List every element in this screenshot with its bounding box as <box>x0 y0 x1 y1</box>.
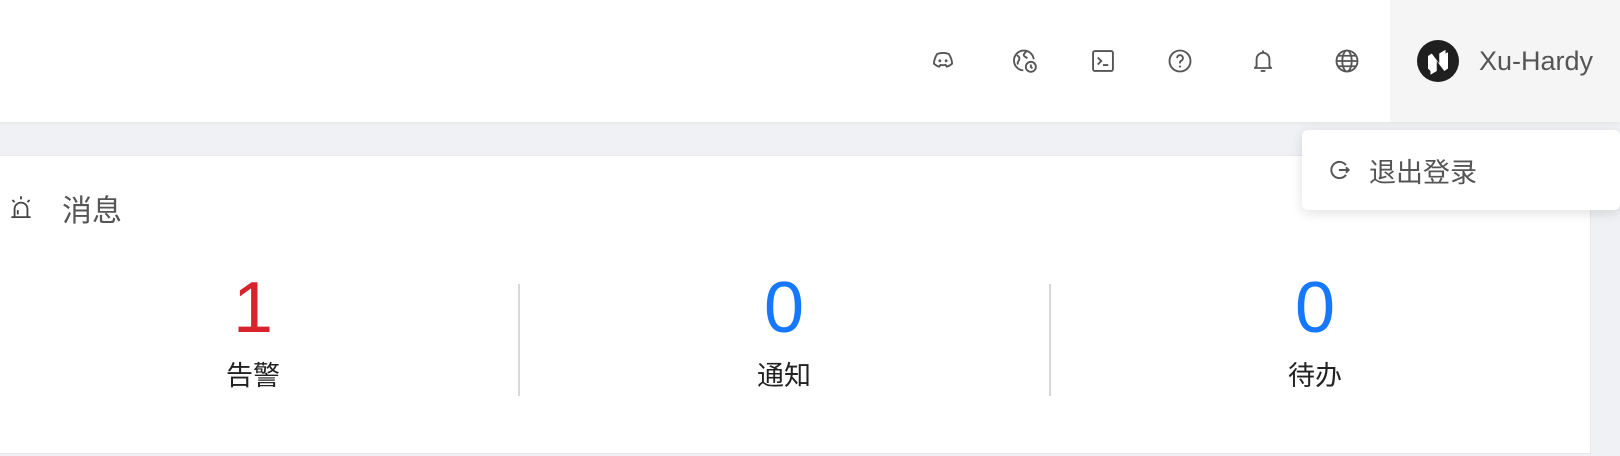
stat-alarm-label: 告警 <box>226 361 280 391</box>
stat-notice-value: 0 <box>763 268 805 348</box>
user-avatar-logo-icon <box>1428 49 1448 75</box>
stat-notice[interactable]: 0 通知 <box>684 268 884 393</box>
discord-icon[interactable] <box>922 40 964 82</box>
bell-icon[interactable] <box>1242 40 1284 82</box>
avatar[interactable] <box>1417 40 1459 82</box>
alarm-icon <box>11 196 31 219</box>
stat-alarm-value: 1 <box>232 268 274 348</box>
card-title-text: 消息 <box>62 195 122 228</box>
stat-notice-label: 通知 <box>757 361 811 391</box>
divider <box>1049 284 1051 396</box>
card-title: 消息 <box>8 186 122 230</box>
globe-icon[interactable] <box>1326 40 1368 82</box>
stat-todo-value: 0 <box>1294 268 1336 348</box>
user-menu[interactable]: Xu-Hardy <box>1390 0 1620 122</box>
logout-label: 退出登录 <box>1369 157 1477 188</box>
top-header: Xu-Hardy <box>0 0 1620 122</box>
logout-menu-item[interactable]: 退出登录 <box>1302 130 1620 210</box>
world-clock-icon[interactable] <box>1004 40 1046 82</box>
username: Xu-Hardy <box>1479 45 1594 76</box>
terminal-icon[interactable] <box>1082 40 1124 82</box>
stat-todo[interactable]: 0 待办 <box>1215 268 1415 393</box>
stat-alarm[interactable]: 1 告警 <box>153 268 353 393</box>
logout-icon <box>1330 160 1351 180</box>
stat-todo-label: 待办 <box>1288 361 1342 391</box>
help-icon[interactable] <box>1159 40 1201 82</box>
divider <box>518 284 520 396</box>
